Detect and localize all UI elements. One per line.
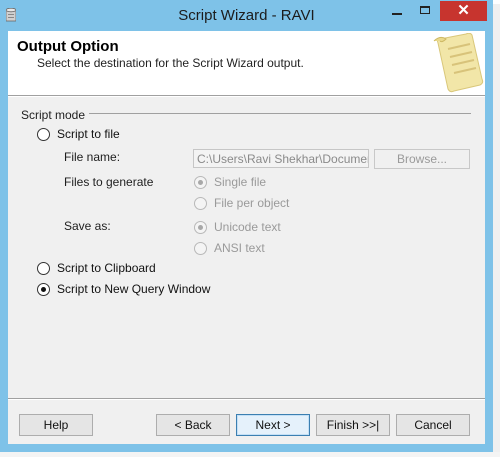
header-divider-highlight bbox=[8, 96, 485, 97]
maximize-icon bbox=[420, 6, 430, 14]
close-button[interactable]: ✕ bbox=[440, 1, 487, 21]
ansi-text-radio[interactable] bbox=[194, 241, 207, 255]
script-mode-group-label: Script mode bbox=[21, 108, 86, 122]
script-to-file-radio[interactable] bbox=[37, 127, 50, 141]
unicode-text-radio[interactable] bbox=[194, 220, 207, 234]
script-to-new-query-window-radio[interactable] bbox=[37, 282, 50, 296]
single-file-label: Single file bbox=[214, 175, 267, 189]
footer-divider-highlight bbox=[8, 399, 485, 400]
unicode-text-option[interactable]: Unicode text bbox=[194, 220, 281, 234]
scroll-icon bbox=[433, 33, 484, 93]
wizard-header: Output Option Select the destination for… bbox=[8, 31, 485, 95]
page-title: Output Option bbox=[17, 38, 119, 55]
save-as-label: Save as: bbox=[64, 219, 111, 233]
back-button[interactable]: < Back bbox=[156, 414, 230, 436]
close-icon: ✕ bbox=[457, 2, 470, 19]
single-file-option[interactable]: Single file bbox=[194, 175, 266, 189]
ansi-text-option[interactable]: ANSI text bbox=[194, 241, 265, 255]
script-to-new-query-window-label: Script to New Query Window bbox=[57, 282, 211, 296]
script-to-clipboard-radio[interactable] bbox=[37, 261, 50, 275]
help-button[interactable]: Help bbox=[19, 414, 93, 436]
file-per-object-option[interactable]: File per object bbox=[194, 196, 289, 210]
file-name-field[interactable]: C:\Users\Ravi Shekhar\Documents bbox=[193, 149, 369, 168]
next-button[interactable]: Next > bbox=[236, 414, 310, 436]
script-to-clipboard-label: Script to Clipboard bbox=[57, 261, 156, 275]
page-subtitle: Select the destination for the Script Wi… bbox=[37, 56, 304, 70]
wizard-client-area: Output Option Select the destination for… bbox=[8, 31, 485, 444]
script-to-file-option[interactable]: Script to file bbox=[37, 127, 120, 141]
minimize-button[interactable] bbox=[384, 1, 410, 21]
title-bar[interactable]: Script Wizard - RAVI ✕ bbox=[0, 0, 493, 31]
script-mode-group-line bbox=[89, 113, 471, 114]
script-to-new-query-window-option[interactable]: Script to New Query Window bbox=[37, 282, 210, 296]
cancel-button[interactable]: Cancel bbox=[396, 414, 470, 436]
file-per-object-radio[interactable] bbox=[194, 196, 207, 210]
maximize-button[interactable] bbox=[412, 1, 438, 21]
script-to-clipboard-option[interactable]: Script to Clipboard bbox=[37, 261, 156, 275]
finish-button[interactable]: Finish >>| bbox=[316, 414, 390, 436]
browse-button[interactable]: Browse... bbox=[374, 149, 470, 169]
background-app-strip-bottom bbox=[0, 452, 500, 457]
ansi-text-label: ANSI text bbox=[214, 241, 265, 255]
files-to-generate-label: Files to generate bbox=[64, 175, 154, 189]
unicode-text-label: Unicode text bbox=[214, 220, 281, 234]
script-to-file-label: Script to file bbox=[57, 127, 120, 141]
file-name-label: File name: bbox=[64, 150, 121, 164]
file-per-object-label: File per object bbox=[214, 196, 290, 210]
script-wizard-window: Script Wizard - RAVI ✕ Output Option Sel… bbox=[0, 0, 493, 452]
minimize-icon bbox=[392, 13, 402, 15]
single-file-radio[interactable] bbox=[194, 175, 207, 189]
